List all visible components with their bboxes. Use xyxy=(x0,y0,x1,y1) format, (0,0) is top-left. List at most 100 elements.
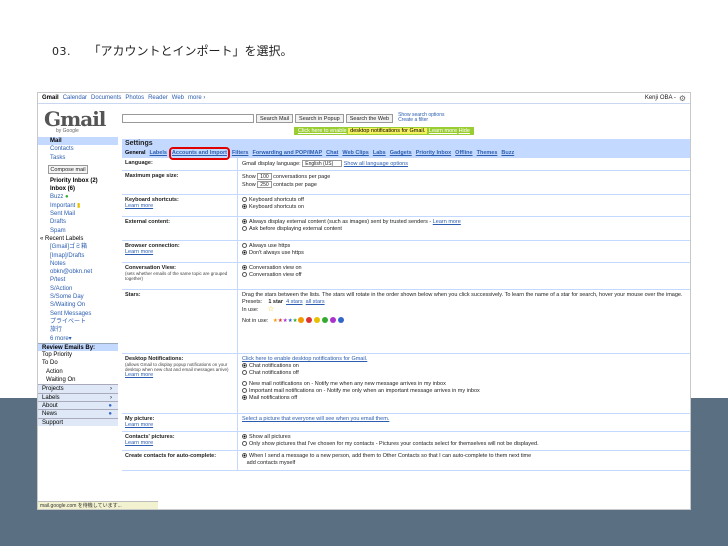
radio-icon[interactable] xyxy=(242,453,247,458)
label-item[interactable]: プライベート xyxy=(38,318,118,326)
label-item[interactable]: [Gmail]ゴミ箱 xyxy=(38,243,118,251)
preset-1-star[interactable]: 1 star xyxy=(268,299,283,305)
label-item[interactable]: Notes xyxy=(38,260,118,268)
conversations-select[interactable]: 100 xyxy=(257,173,272,180)
nav-contacts[interactable]: Contacts xyxy=(38,145,118,153)
mail-off-option[interactable]: Mail notifications off xyxy=(242,395,480,402)
show-all-pictures-option[interactable]: Show all pictures xyxy=(242,434,539,441)
tab-offline[interactable]: Offline xyxy=(455,149,472,158)
create-filter-link[interactable]: Create a filter xyxy=(398,118,444,123)
tab-accounts-and-import[interactable]: Accounts and Import xyxy=(168,147,230,160)
label-item[interactable]: S/Action xyxy=(38,285,118,293)
label-item[interactable]: [Imap]/Drafts xyxy=(38,252,118,260)
radio-icon[interactable] xyxy=(242,441,247,446)
kbd-off-option[interactable]: Keyboard shortcuts off xyxy=(242,197,304,204)
conv-off-option[interactable]: Conversation view off xyxy=(242,272,302,279)
tab-chat[interactable]: Chat xyxy=(326,149,338,158)
new-mail-option[interactable]: New mail notifications on - Notify me wh… xyxy=(242,381,480,388)
learn-more-link[interactable]: Learn more xyxy=(125,422,234,428)
label-item[interactable]: S/Waiting On xyxy=(38,301,118,309)
nav-buzz[interactable]: Buzz ● xyxy=(38,193,118,201)
bar-link-reader[interactable]: Reader xyxy=(148,95,168,101)
tab-filters[interactable]: Filters xyxy=(232,149,249,158)
auto-on-option[interactable]: When I send a message to a new person, a… xyxy=(242,453,531,460)
language-select[interactable]: English (US) xyxy=(302,160,343,167)
bang-icon[interactable] xyxy=(305,317,312,323)
quote-icon[interactable] xyxy=(313,317,320,323)
ext-ask-option[interactable]: Ask before displaying external content xyxy=(242,226,461,233)
more-labels[interactable]: 6 more▾ xyxy=(38,335,118,343)
radio-icon[interactable] xyxy=(242,272,247,277)
gadget-projects[interactable]: Projects › xyxy=(38,384,118,393)
learn-more-link[interactable]: Learn more xyxy=(125,372,234,378)
radio-icon[interactable] xyxy=(242,370,247,375)
nav-sent[interactable]: Sent Mail xyxy=(38,210,118,218)
nav-inbox[interactable]: Inbox (6) xyxy=(38,185,118,193)
language-options-link[interactable]: Show all language options xyxy=(344,161,408,167)
bar-link-gmail[interactable]: Gmail xyxy=(42,95,59,101)
star-icon[interactable]: ★ xyxy=(293,318,298,324)
select-picture-link[interactable]: Select a picture that everyone will see … xyxy=(242,416,389,422)
radio-icon[interactable] xyxy=(242,388,247,393)
nav-mail[interactable]: Mail xyxy=(38,137,118,146)
only-chosen-pictures-option[interactable]: Only show pictures that I've chosen for … xyxy=(242,441,539,448)
recent-labels-toggle[interactable]: « Recent Labels xyxy=(38,235,118,243)
tab-web-clips[interactable]: Web Clips xyxy=(342,149,369,158)
label-item[interactable]: 旅行 xyxy=(38,326,118,334)
tab-general[interactable]: General xyxy=(125,149,145,158)
ext-always-option[interactable]: Always display external content (such as… xyxy=(242,219,461,226)
label-item[interactable]: obkn@obkn.net xyxy=(38,268,118,276)
notice-hide[interactable]: Hide xyxy=(459,128,470,134)
enable-desktop-link[interactable]: Click here to enable desktop notificatio… xyxy=(242,356,480,363)
radio-icon[interactable] xyxy=(242,381,247,386)
label-item[interactable]: Sent Messages xyxy=(38,310,118,318)
gmail-logo[interactable]: Gmail by Google xyxy=(44,107,114,134)
https-always-option[interactable]: Always use https xyxy=(242,243,304,250)
bar-link-documents[interactable]: Documents xyxy=(91,95,121,101)
radio-icon[interactable] xyxy=(242,363,247,368)
tab-forwarding[interactable]: Forwarding and POP/IMAP xyxy=(252,149,322,158)
learn-more-link[interactable]: Learn more xyxy=(125,249,234,255)
preset-4-stars[interactable]: 4 stars xyxy=(286,299,303,305)
bar-link-calendar[interactable]: Calendar xyxy=(63,95,87,101)
nav-drafts[interactable]: Drafts xyxy=(38,218,118,226)
important-mail-option[interactable]: Important mail notifications on - Notify… xyxy=(242,388,480,395)
radio-icon[interactable] xyxy=(242,226,247,231)
conv-on-option[interactable]: Conversation view on xyxy=(242,265,302,272)
review-header[interactable]: Review Emails By: xyxy=(38,342,118,352)
chat-on-option[interactable]: Chat notifications on xyxy=(242,363,480,370)
learn-more-link[interactable]: Learn more xyxy=(125,203,234,209)
nav-important[interactable]: Important ▮ xyxy=(38,202,118,210)
contacts-select[interactable]: 250 xyxy=(257,180,272,188)
radio-icon[interactable] xyxy=(242,219,247,224)
radio-icon[interactable] xyxy=(242,243,247,248)
auto-off-option[interactable]: add contacts myself xyxy=(242,460,531,467)
bar-link-photos[interactable]: Photos xyxy=(125,95,144,101)
bar-link-web[interactable]: Web xyxy=(172,95,184,101)
review-item[interactable]: Top Priority xyxy=(38,351,118,359)
review-item[interactable]: Waiting On xyxy=(38,376,118,384)
tab-labels[interactable]: Labels xyxy=(149,149,166,158)
review-item[interactable]: Action xyxy=(38,368,118,376)
gadget-support[interactable]: Support xyxy=(38,417,118,426)
radio-icon[interactable] xyxy=(242,204,247,209)
chat-off-option[interactable]: Chat notifications off xyxy=(242,370,480,377)
radio-icon[interactable] xyxy=(242,265,247,270)
bar-link-more[interactable]: more › xyxy=(188,95,205,101)
learn-more-link[interactable]: Learn more xyxy=(433,219,461,225)
radio-icon[interactable] xyxy=(242,197,247,202)
info-icon[interactable] xyxy=(329,317,336,323)
question-icon[interactable] xyxy=(337,317,344,323)
search-web-button[interactable]: Search the Web xyxy=(345,113,394,123)
gadget-about[interactable]: About ● xyxy=(38,400,118,410)
radio-icon[interactable] xyxy=(242,395,247,400)
gadget-labels[interactable]: Labels › xyxy=(38,392,118,401)
label-item[interactable]: P/test xyxy=(38,276,118,284)
kbd-on-option[interactable]: Keyboard shortcuts on xyxy=(242,204,304,211)
bang-icon[interactable] xyxy=(297,317,304,323)
gear-icon[interactable]: ⚙ xyxy=(679,94,686,103)
nav-priority-inbox[interactable]: Priority Inbox (2) xyxy=(38,177,118,185)
tab-gadgets[interactable]: Gadgets xyxy=(390,149,412,158)
search-input[interactable] xyxy=(122,113,254,123)
learn-more-link[interactable]: Learn more xyxy=(125,440,234,446)
